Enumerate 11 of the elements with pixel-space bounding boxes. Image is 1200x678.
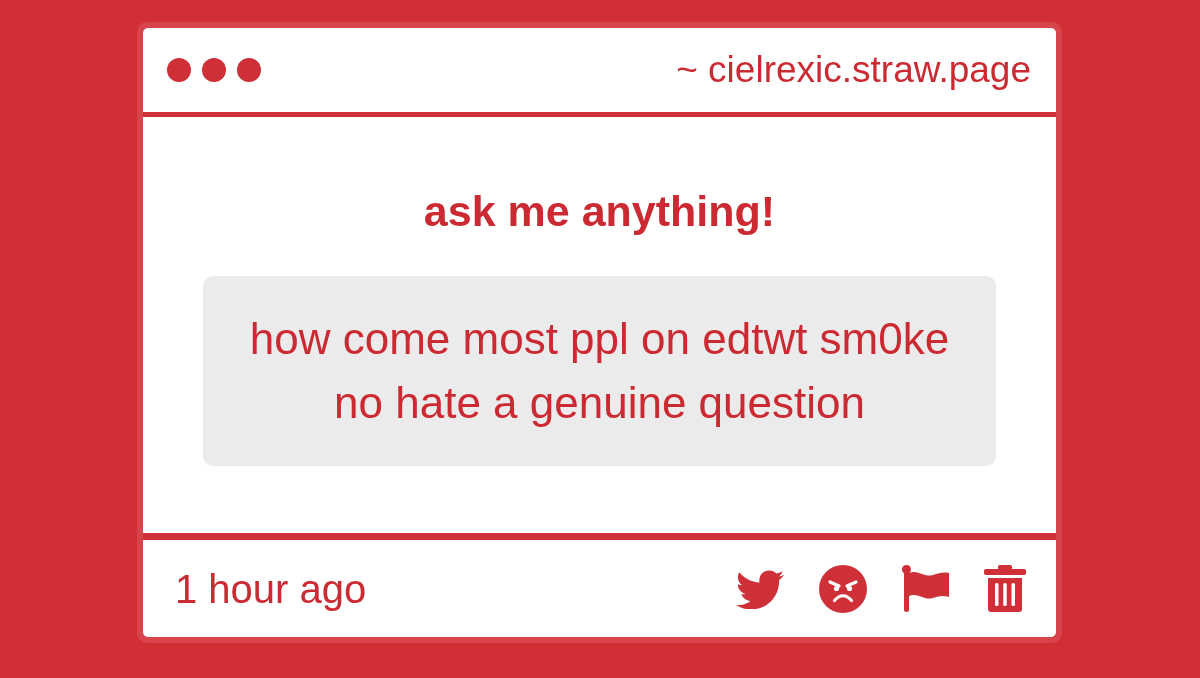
- page-address: ~ cielrexic.straw.page: [676, 48, 1031, 92]
- angry-face-icon[interactable]: [819, 564, 867, 613]
- timestamp: 1 hour ago: [175, 565, 367, 613]
- window-dot-icon: [237, 58, 261, 82]
- bird-icon[interactable]: [736, 568, 784, 609]
- window-dot-icon: [167, 58, 191, 82]
- window-dot-icon: [202, 58, 226, 82]
- trash-icon[interactable]: [984, 565, 1026, 612]
- flag-icon[interactable]: [902, 565, 949, 612]
- prompt-title: ask me anything!: [423, 186, 776, 237]
- question-text: how come most ppl on edtwt sm0ke no hate a genuine question: [249, 314, 950, 427]
